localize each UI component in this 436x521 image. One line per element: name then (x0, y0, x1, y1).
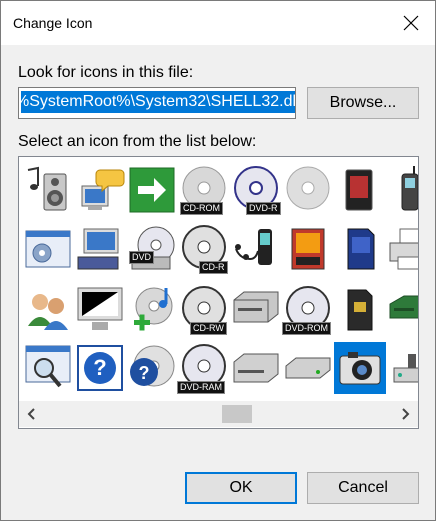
dvd-ram-label: DVD-RAM (177, 381, 225, 394)
dvd-r-label: DVD-R (246, 202, 281, 215)
file-path-input[interactable]: %SystemRoot%\System32\SHELL32.dll (18, 87, 296, 119)
users-icon[interactable] (22, 284, 74, 336)
scroll-right-arrow-icon[interactable] (398, 407, 412, 421)
svg-text:?: ? (139, 363, 150, 383)
sd-card-icon[interactable] (334, 223, 386, 275)
file-label: Look for icons in this file: (18, 64, 194, 81)
scrollbar-thumb[interactable] (222, 405, 252, 423)
file-path-selection: %SystemRoot%\System32\SHELL32.dll (18, 91, 296, 113)
media-player-icon[interactable] (230, 223, 282, 275)
file-path-text: %SystemRoot%\System32\SHELL32.dll (18, 93, 296, 110)
add-music-disc-icon[interactable] (126, 284, 178, 336)
music-speaker-icon[interactable] (22, 164, 74, 216)
disk-drive-icon[interactable] (230, 284, 282, 336)
usb-drive-icon[interactable] (386, 342, 419, 394)
camera-icon[interactable] (334, 342, 386, 394)
settings-window-icon[interactable] (22, 223, 74, 275)
green-arrow-icon[interactable] (126, 164, 178, 216)
keyboard-monitor-icon[interactable] (74, 223, 126, 275)
svg-text:?: ? (93, 355, 106, 380)
blank-disc-icon[interactable] (282, 164, 334, 216)
memory-card-icon[interactable] (334, 164, 386, 216)
dvd-drive-icon[interactable] (126, 223, 178, 275)
browse-button[interactable]: Browse... (307, 87, 419, 119)
phone-icon[interactable] (386, 164, 419, 216)
cd-rw-label: CD-RW (190, 322, 227, 335)
dvd-rom-label: DVD-ROM (282, 322, 331, 335)
disc-help-icon[interactable]: ? (126, 342, 178, 394)
window-title: Change Icon (13, 15, 93, 31)
dvd-label: DVD (129, 251, 155, 264)
change-icon-dialog: Change Icon Look for icons in this file:… (0, 0, 436, 521)
icon-list[interactable]: CD-ROM DVD-R DVD CD-R CD-RW DVD-ROM ? ? … (18, 156, 419, 429)
title-bar: Change Icon (1, 1, 435, 45)
computer-chat-icon[interactable] (74, 164, 126, 216)
network-drive-icon[interactable] (386, 284, 419, 336)
cd-r-label: CD-R (199, 261, 228, 274)
hard-drive-icon[interactable] (282, 342, 334, 394)
printer-icon[interactable] (386, 223, 419, 275)
selected-icon-highlight[interactable] (334, 342, 386, 394)
help-icon[interactable]: ? (74, 342, 126, 394)
search-window-icon[interactable] (22, 342, 74, 394)
scroll-left-arrow-icon[interactable] (25, 407, 39, 421)
sim-card-icon[interactable] (334, 284, 386, 336)
close-icon[interactable] (399, 11, 423, 35)
monitor-icon[interactable] (74, 284, 126, 336)
horizontal-scrollbar[interactable] (19, 401, 418, 427)
optical-drive-icon[interactable] (230, 342, 282, 394)
ok-button[interactable]: OK (185, 472, 297, 504)
icon-list-label: Select an icon from the list below: (18, 133, 257, 150)
compact-flash-icon[interactable] (282, 223, 334, 275)
cancel-button[interactable]: Cancel (307, 472, 419, 504)
cd-rom-label: CD-ROM (180, 202, 223, 215)
